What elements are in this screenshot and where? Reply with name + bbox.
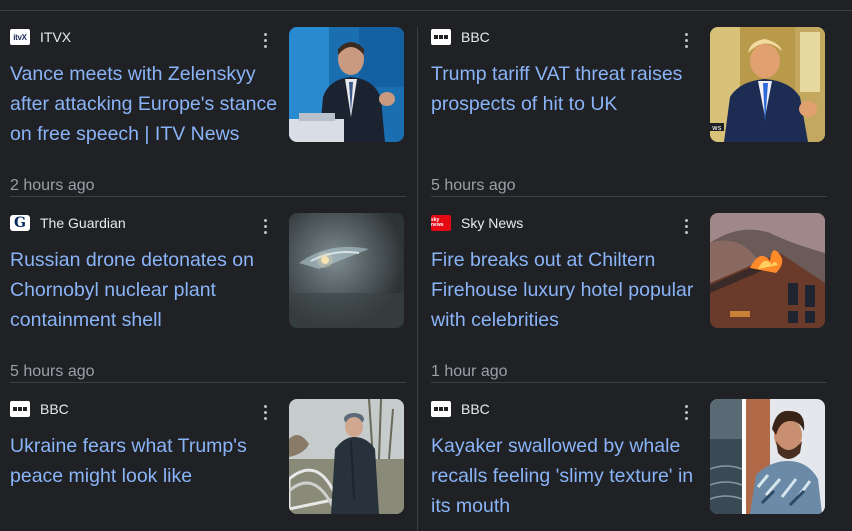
top-divider	[0, 10, 852, 11]
row-divider	[10, 196, 406, 197]
headline-link[interactable]: Trump tariff VAT threat raises prospects…	[431, 59, 699, 119]
source-name: BBC	[461, 29, 490, 45]
headline-link[interactable]: Fire breaks out at Chiltern Firehouse lu…	[431, 245, 699, 335]
row-divider	[431, 382, 827, 383]
more-options-icon[interactable]	[676, 30, 696, 50]
source-name: The Guardian	[40, 215, 126, 231]
source-row[interactable]: itvX ITVX	[10, 27, 71, 47]
bbc-logo-icon	[10, 401, 30, 417]
building-on-fire-image[interactable]	[710, 213, 825, 328]
source-row[interactable]: BBC	[431, 27, 490, 47]
row-divider	[10, 382, 406, 383]
sky-news-logo-icon: sky news	[431, 215, 451, 231]
kayaker-portrait-image[interactable]	[710, 399, 825, 514]
news-card[interactable]: itvX ITVX Vance meets with Zelenskyy aft…	[10, 27, 416, 197]
drone-impact-night-image[interactable]	[289, 213, 404, 328]
itvx-logo-icon: itvX	[10, 29, 30, 45]
more-options-icon[interactable]	[676, 402, 696, 422]
source-row[interactable]: G The Guardian	[10, 213, 126, 233]
man-speaking-at-podium-image[interactable]	[289, 27, 404, 142]
sky-logo-text: sky news	[431, 217, 444, 228]
headline-link[interactable]: Russian drone detonates on Chornobyl nuc…	[10, 245, 278, 335]
headline-link[interactable]: Vance meets with Zelenskyy after attacki…	[10, 59, 278, 149]
source-row[interactable]: sky news Sky News	[431, 213, 523, 233]
source-row[interactable]: BBC	[10, 399, 69, 419]
more-options-icon[interactable]	[676, 216, 696, 236]
news-card[interactable]: sky news Sky News Fire breaks out at Chi…	[431, 213, 837, 383]
source-name: ITVX	[40, 29, 72, 45]
more-options-icon[interactable]	[255, 216, 275, 236]
source-name: BBC	[40, 401, 69, 417]
more-options-icon[interactable]	[255, 402, 275, 422]
more-options-icon[interactable]	[255, 30, 275, 50]
timestamp: 5 hours ago	[10, 363, 95, 380]
news-card[interactable]: BBC Kayaker swallowed by whale recalls f…	[431, 399, 837, 531]
guardian-logo-icon: G	[10, 215, 30, 231]
timestamp: 2 hours ago	[10, 177, 95, 194]
itvx-logo-text: itvX	[13, 32, 27, 42]
source-name: Sky News	[461, 215, 524, 231]
row-divider	[431, 196, 827, 197]
bbc-logo-icon	[431, 401, 451, 417]
timestamp: 5 hours ago	[431, 177, 516, 194]
source-name: BBC	[461, 401, 490, 417]
bbc-logo-icon	[431, 29, 451, 45]
man-in-oval-office-image[interactable]: ws	[710, 27, 825, 142]
timestamp: 1 hour ago	[431, 363, 508, 380]
column-divider	[417, 27, 418, 531]
guardian-logo-text: G	[14, 215, 26, 231]
source-row[interactable]: BBC	[431, 399, 490, 419]
news-card[interactable]: G The Guardian Russian drone detonates o…	[10, 213, 416, 383]
headline-link[interactable]: Kayaker swallowed by whale recalls feeli…	[431, 431, 699, 521]
news-card[interactable]: BBC Trump tariff VAT threat raises prosp…	[431, 27, 837, 197]
news-card[interactable]: BBC Ukraine fears what Trump's peace mig…	[10, 399, 416, 531]
svg-text:ws: ws	[712, 124, 722, 132]
headline-link[interactable]: Ukraine fears what Trump's peace might l…	[10, 431, 278, 491]
man-in-winter-coat-image[interactable]	[289, 399, 404, 514]
